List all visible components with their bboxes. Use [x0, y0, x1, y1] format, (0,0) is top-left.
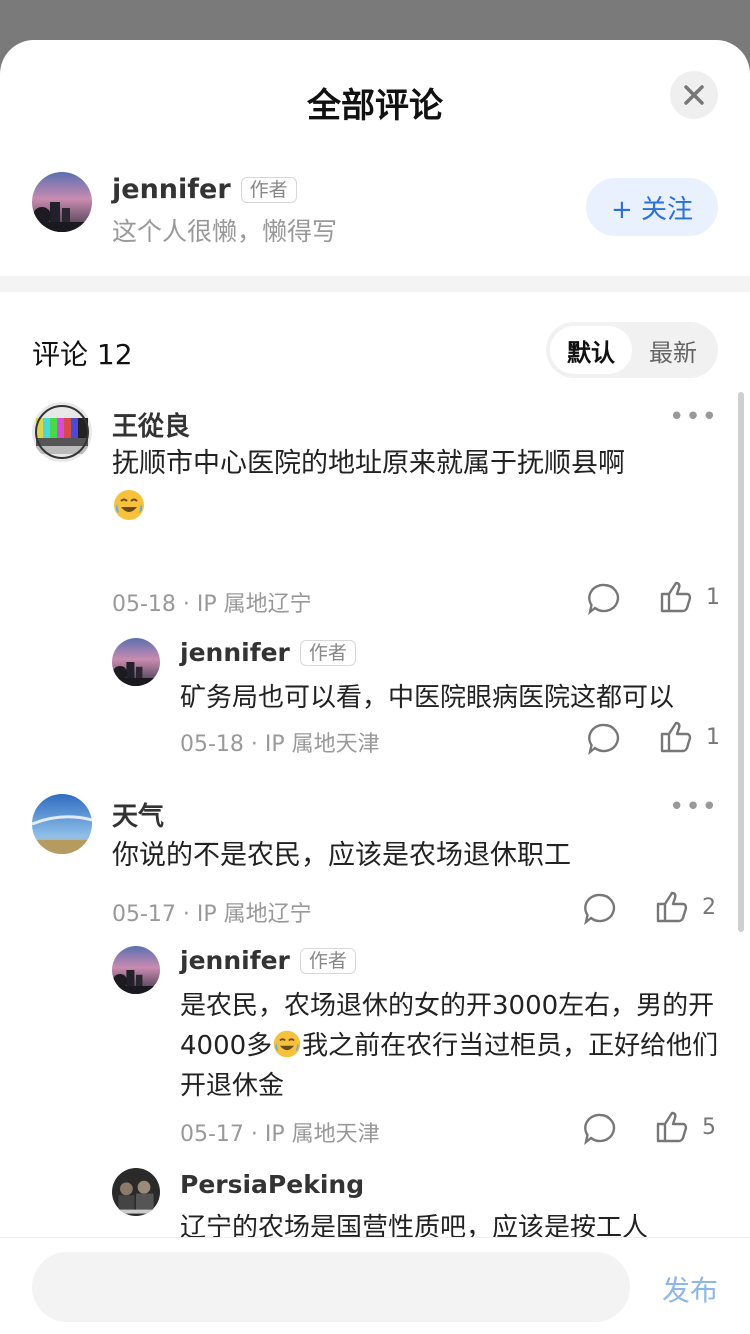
close-icon	[684, 85, 704, 105]
like-count: 1	[706, 724, 720, 750]
author-bio: 这个人很懒，懒得写	[112, 217, 338, 246]
reply-author-badge: 作者	[299, 639, 356, 666]
reply-author-name[interactable]: PersiaPeking	[180, 1170, 364, 1199]
thumbs-up-icon	[660, 581, 692, 613]
section-divider	[0, 276, 750, 292]
sheet-title: 全部评论	[307, 86, 443, 126]
laugh-cry-emoji-icon	[273, 1030, 301, 1058]
comment-bubble-icon	[588, 583, 620, 616]
comment-text-body: 抚顺市中心医院的地址原来就属于抚顺县啊	[112, 448, 625, 479]
commenter-name[interactable]: 天气	[112, 796, 164, 833]
commenter-avatar[interactable]	[32, 402, 92, 462]
like-button[interactable]: 5	[654, 1109, 716, 1145]
reply-author-name[interactable]: jennifer	[180, 946, 290, 975]
like-button[interactable]: 2	[654, 889, 716, 925]
comment-item: 王從良 ••• 抚顺市中心医院的地址原来就属于抚顺县啊 05-18 · IP 属…	[0, 392, 750, 752]
reply-meta: 05-18 · IP 属地天津	[180, 732, 380, 757]
like-button[interactable]: 1	[658, 719, 720, 755]
reply-button[interactable]	[586, 581, 622, 617]
comment-text: 你说的不是农民，应该是农场退休职工	[112, 840, 571, 871]
publish-button[interactable]: 发布	[662, 1269, 718, 1309]
commenter-name[interactable]: 王從良	[112, 406, 190, 443]
sort-default-tab[interactable]: 默认	[550, 326, 632, 374]
close-button[interactable]	[670, 71, 718, 119]
more-options-icon[interactable]: •••	[669, 792, 718, 822]
author-badge: 作者	[240, 176, 297, 203]
comment-meta: 05-17 · IP 属地辽宁	[112, 902, 312, 927]
comment-bubble-icon	[588, 723, 620, 756]
comments-sheet: 全部评论 jennifer 作者 这个人很懒，懒得写 + 关注 评论 12 默认	[0, 40, 750, 1334]
comment-text: 抚顺市中心医院的地址原来就属于抚顺县啊	[112, 444, 712, 534]
reply-author-name[interactable]: jennifer	[180, 638, 290, 667]
like-count: 1	[706, 584, 720, 610]
commenter-avatar[interactable]	[32, 794, 92, 854]
reply-button[interactable]	[582, 891, 618, 927]
reply-author-badge: 作者	[299, 947, 356, 974]
reply-button[interactable]	[586, 721, 622, 757]
reply-button[interactable]	[582, 1111, 618, 1147]
sort-latest-tab[interactable]: 最新	[632, 326, 714, 374]
follow-button[interactable]: + 关注	[586, 178, 718, 236]
comment-bubble-icon	[584, 893, 616, 926]
like-count: 5	[702, 1114, 716, 1140]
comment-input[interactable]	[32, 1252, 630, 1322]
reply-text: 矿务局也可以看，中医院眼病医院这都可以	[180, 683, 675, 713]
author-avatar[interactable]	[32, 172, 92, 232]
reply-meta: 05-17 · IP 属地天津	[180, 1122, 380, 1147]
more-options-icon[interactable]: •••	[669, 402, 718, 432]
comment-composer: 发布	[0, 1237, 750, 1334]
comment-meta: 05-18 · IP 属地辽宁	[112, 592, 312, 617]
thumbs-up-icon	[660, 721, 692, 753]
sort-toggle: 默认 最新	[546, 322, 718, 378]
thumbs-up-icon	[656, 891, 688, 923]
like-count: 2	[702, 894, 716, 920]
like-button[interactable]: 1	[658, 579, 720, 615]
reply-avatar[interactable]	[112, 1168, 160, 1216]
reply-text: 是农民，农场退休的女的开3000左右，男的开4000多 我之前在农行当过柜员，正…	[180, 986, 720, 1106]
comments-header: 评论 12 默认 最新	[32, 322, 718, 378]
author-name[interactable]: jennifer	[112, 174, 231, 205]
reply-avatar[interactable]	[112, 638, 160, 686]
comments-count-title: 评论 12	[32, 338, 133, 371]
thumbs-up-icon	[656, 1111, 688, 1143]
laugh-cry-emoji-icon	[114, 490, 144, 520]
reply-avatar[interactable]	[112, 946, 160, 994]
comment-bubble-icon	[584, 1113, 616, 1146]
author-card: jennifer 作者 这个人很懒，懒得写 + 关注	[32, 172, 718, 246]
